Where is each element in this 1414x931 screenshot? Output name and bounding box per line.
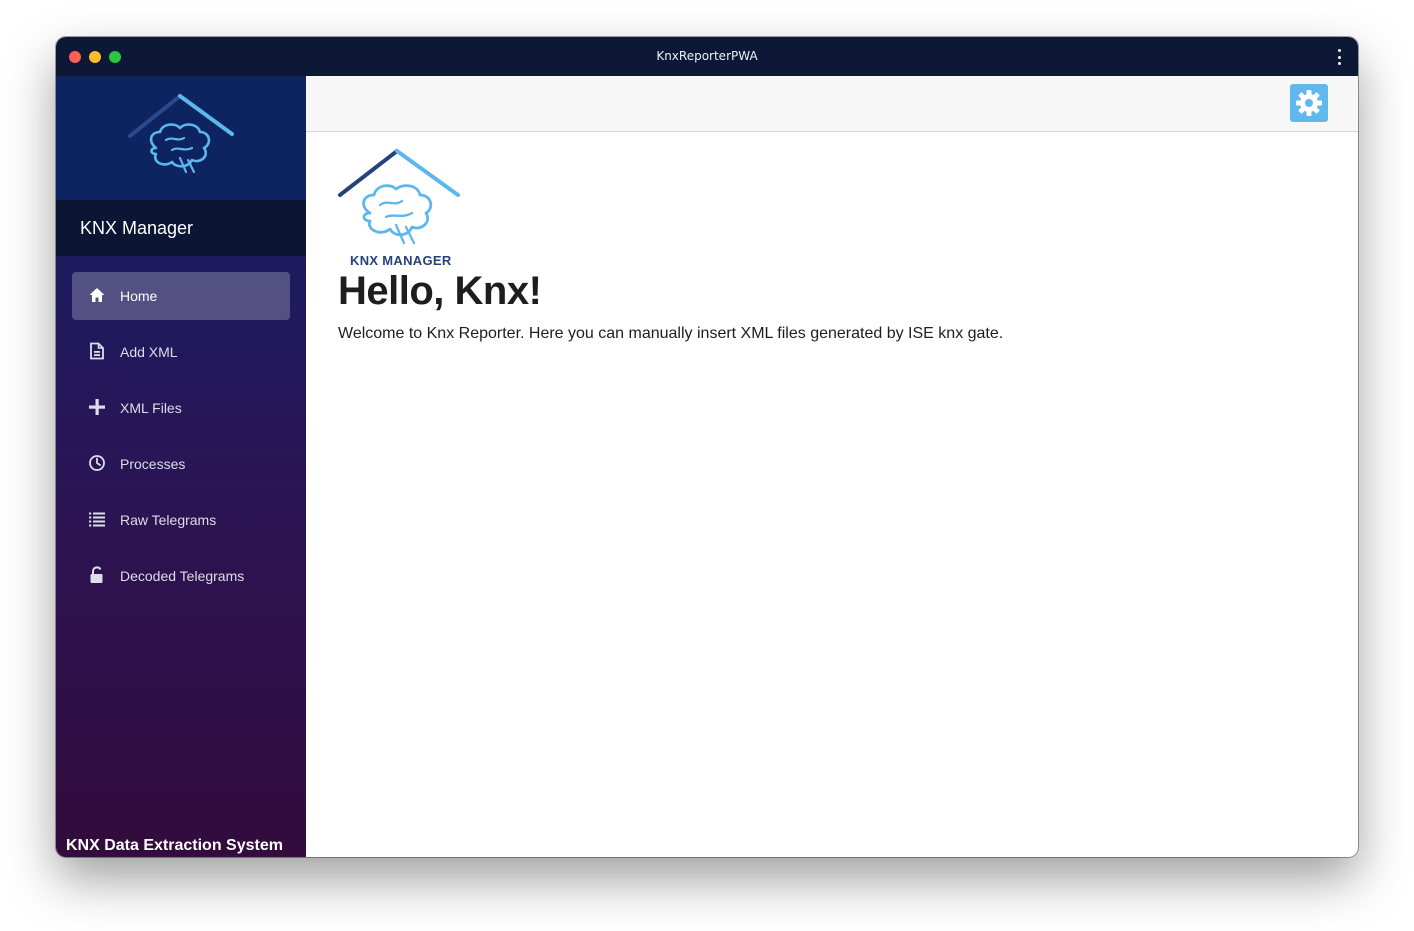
clock-icon: [88, 453, 106, 473]
sidebar-item-label: Processes: [120, 456, 186, 472]
document-icon: [88, 341, 106, 361]
knx-manager-logo: [338, 149, 460, 245]
list-icon: [88, 509, 106, 529]
sidebar-nav: Home Add XML XML Files Processes Raw Tel…: [72, 272, 290, 608]
logo-caption: KNX MANAGER: [350, 253, 452, 268]
settings-button[interactable]: [1290, 84, 1328, 122]
welcome-text: Welcome to Knx Reporter. Here you can ma…: [338, 325, 1004, 342]
knx-brain-house-logo: [128, 94, 234, 174]
unlock-icon: [88, 565, 106, 585]
gear-icon: [1296, 90, 1322, 116]
sidebar-item-decoded-telegrams[interactable]: Decoded Telegrams: [72, 552, 290, 600]
more-options-icon[interactable]: [1332, 49, 1346, 65]
app-window: KnxReporterPWA KNX Manager Home Add XML …: [56, 37, 1358, 857]
title-bar: KnxReporterPWA: [56, 37, 1358, 76]
plus-icon: [88, 397, 106, 417]
sidebar-logo-area: [56, 76, 306, 200]
sidebar-item-label: Decoded Telegrams: [120, 568, 245, 584]
sidebar-item-raw-telegrams[interactable]: Raw Telegrams: [72, 496, 290, 544]
sidebar-footer: KNX Data Extraction System: [66, 837, 283, 854]
sidebar-item-label: Home: [120, 288, 158, 304]
sidebar-item-home[interactable]: Home: [72, 272, 290, 320]
sidebar-item-label: Raw Telegrams: [120, 512, 217, 528]
top-bar: [306, 76, 1358, 132]
sidebar-item-processes[interactable]: Processes: [72, 440, 290, 488]
sidebar-item-add-xml[interactable]: Add XML: [72, 328, 290, 376]
main-content: KNX MANAGER Hello, Knx! Welcome to Knx R…: [306, 133, 1358, 857]
brand-bar: KNX Manager: [56, 200, 306, 256]
app-brand-title: KNX Manager: [80, 218, 194, 238]
window-title: KnxReporterPWA: [656, 49, 758, 63]
page-title: Hello, Knx!: [338, 269, 542, 313]
sidebar: KNX Manager Home Add XML XML Files Proce…: [56, 76, 306, 857]
home-icon: [88, 285, 106, 305]
sidebar-item-xml-files[interactable]: XML Files: [72, 384, 290, 432]
sidebar-item-label: Add XML: [120, 344, 178, 360]
sidebar-item-label: XML Files: [120, 400, 182, 416]
